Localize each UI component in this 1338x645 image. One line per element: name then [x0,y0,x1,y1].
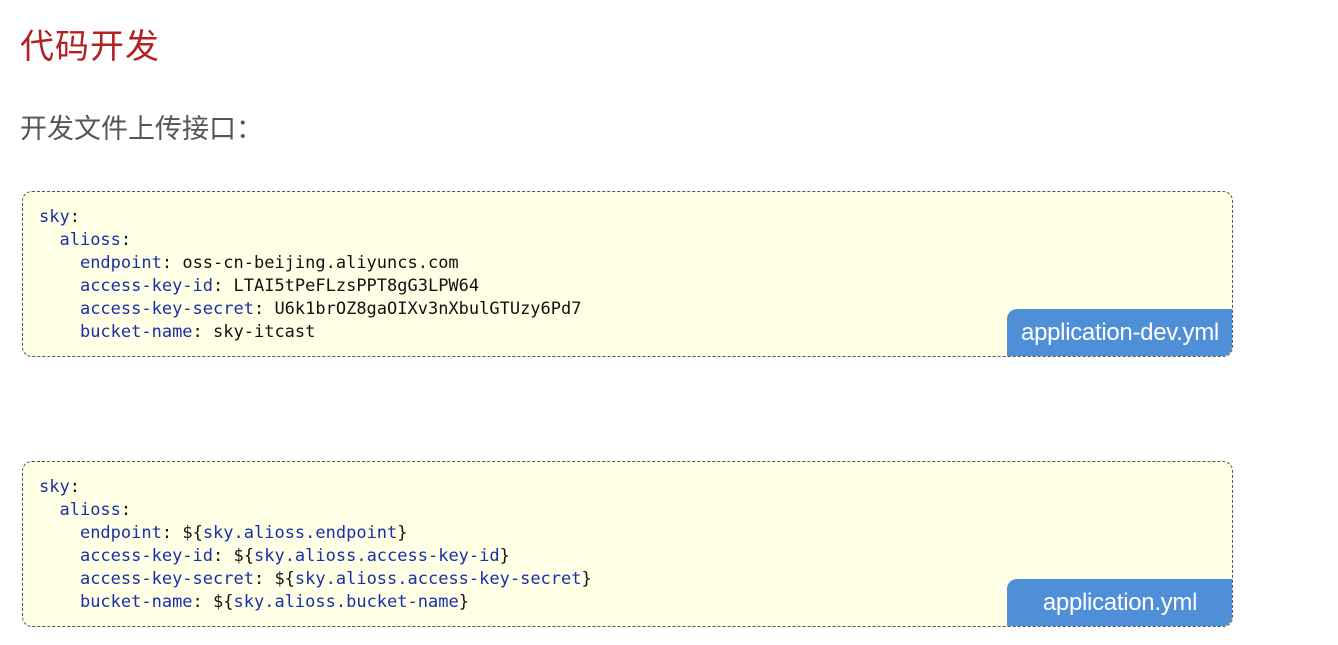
yaml-value: oss-cn-beijing.aliyuncs.com [182,253,459,273]
code-line: bucket-name: sky-itcast [79,322,316,342]
code-line: endpoint: ${sky.alioss.endpoint} [79,523,408,543]
filename-badge: application.yml [1007,579,1232,626]
yaml-key: endpoint [79,523,162,543]
yaml-key: sky [39,477,70,497]
yaml-code: sky: alioss: endpoint: ${sky.alioss.endp… [39,476,592,614]
code-line: access-key-secret: U6k1brOZ8gaOIXv3nXbul… [79,299,582,319]
placeholder-reference: sky.alioss.endpoint [202,523,398,543]
yaml-key: access-key-secret [79,299,254,319]
code-line: alioss: [59,230,132,250]
yaml-value: U6k1brOZ8gaOIXv3nXbulGTUzy6Pd7 [274,299,582,319]
code-line: access-key-id: ${sky.alioss.access-key-i… [79,546,510,566]
yaml-key: access-key-secret [79,569,254,589]
placeholder-reference: sky.alioss.access-key-id [253,546,500,566]
yaml-key: endpoint [79,253,162,273]
yaml-key: alioss [59,230,121,250]
yaml-key: bucket-name [79,592,193,612]
code-line: sky: [39,207,80,227]
code-line: alioss: [59,500,132,520]
section-subtitle: 开发文件上传接口： [20,114,263,145]
yaml-key: sky [39,207,70,227]
code-line: access-key-id: LTAI5tPeFLzsPPT8gG3LPW64 [79,276,480,296]
placeholder-reference: sky.alioss.bucket-name [233,592,459,612]
yaml-key: bucket-name [79,322,193,342]
yaml-code: sky: alioss: endpoint: oss-cn-beijing.al… [39,206,581,344]
code-line: endpoint: oss-cn-beijing.aliyuncs.com [79,253,459,273]
yaml-key: access-key-id [79,546,214,566]
code-line: access-key-secret: ${sky.alioss.access-k… [79,569,592,589]
yaml-key: access-key-id [79,276,214,296]
yaml-value: LTAI5tPeFLzsPPT8gG3LPW64 [233,276,480,296]
placeholder-reference: sky.alioss.access-key-secret [294,569,582,589]
code-block-dev-config: sky: alioss: endpoint: oss-cn-beijing.al… [22,191,1233,357]
code-block-main-config: sky: alioss: endpoint: ${sky.alioss.endp… [22,461,1233,627]
code-line: sky: [39,477,80,497]
page-title: 代码开发 [20,27,160,67]
code-line: bucket-name: ${sky.alioss.bucket-name} [79,592,469,612]
yaml-key: alioss [59,500,121,520]
filename-badge: application-dev.yml [1007,309,1232,356]
yaml-value: sky-itcast [213,322,316,342]
